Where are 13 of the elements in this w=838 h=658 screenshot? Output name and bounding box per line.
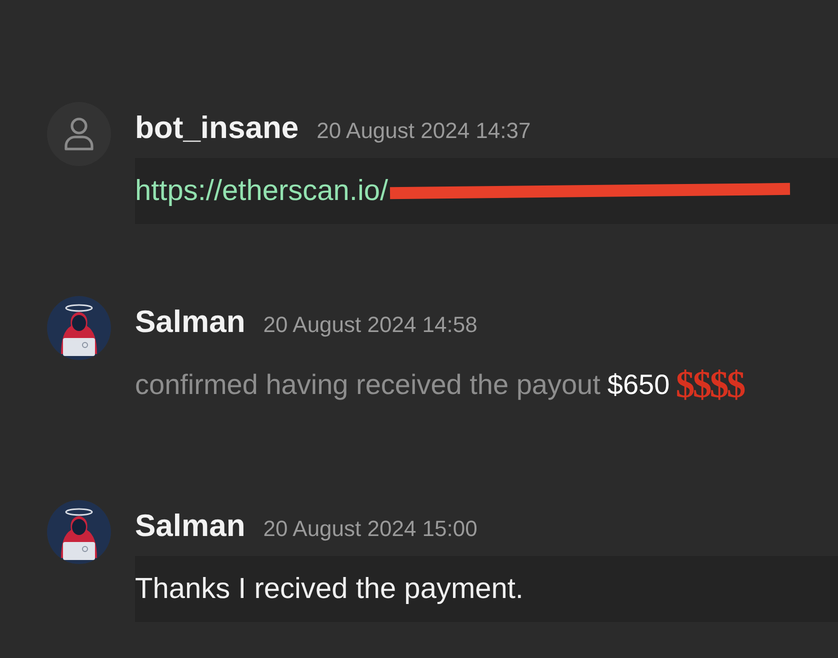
- message-link[interactable]: https://etherscan.io/: [135, 174, 388, 208]
- dollar-signs: $$$$: [676, 363, 744, 407]
- avatar-icon: [47, 296, 111, 360]
- avatar-icon: [47, 500, 111, 564]
- author-name[interactable]: Salman: [135, 304, 246, 340]
- author-name[interactable]: Salman: [135, 508, 246, 544]
- payout-amount: $650: [607, 369, 670, 401]
- timestamp: 20 August 2024 15:00: [263, 516, 478, 542]
- timestamp: 20 August 2024 14:58: [263, 312, 478, 338]
- message-text: Thanks I recived the payment.: [135, 572, 524, 606]
- message-text: confirmed having received the payout: [135, 369, 600, 401]
- timestamp: 20 August 2024 14:37: [316, 118, 531, 144]
- author-name[interactable]: bot_insane: [135, 110, 299, 146]
